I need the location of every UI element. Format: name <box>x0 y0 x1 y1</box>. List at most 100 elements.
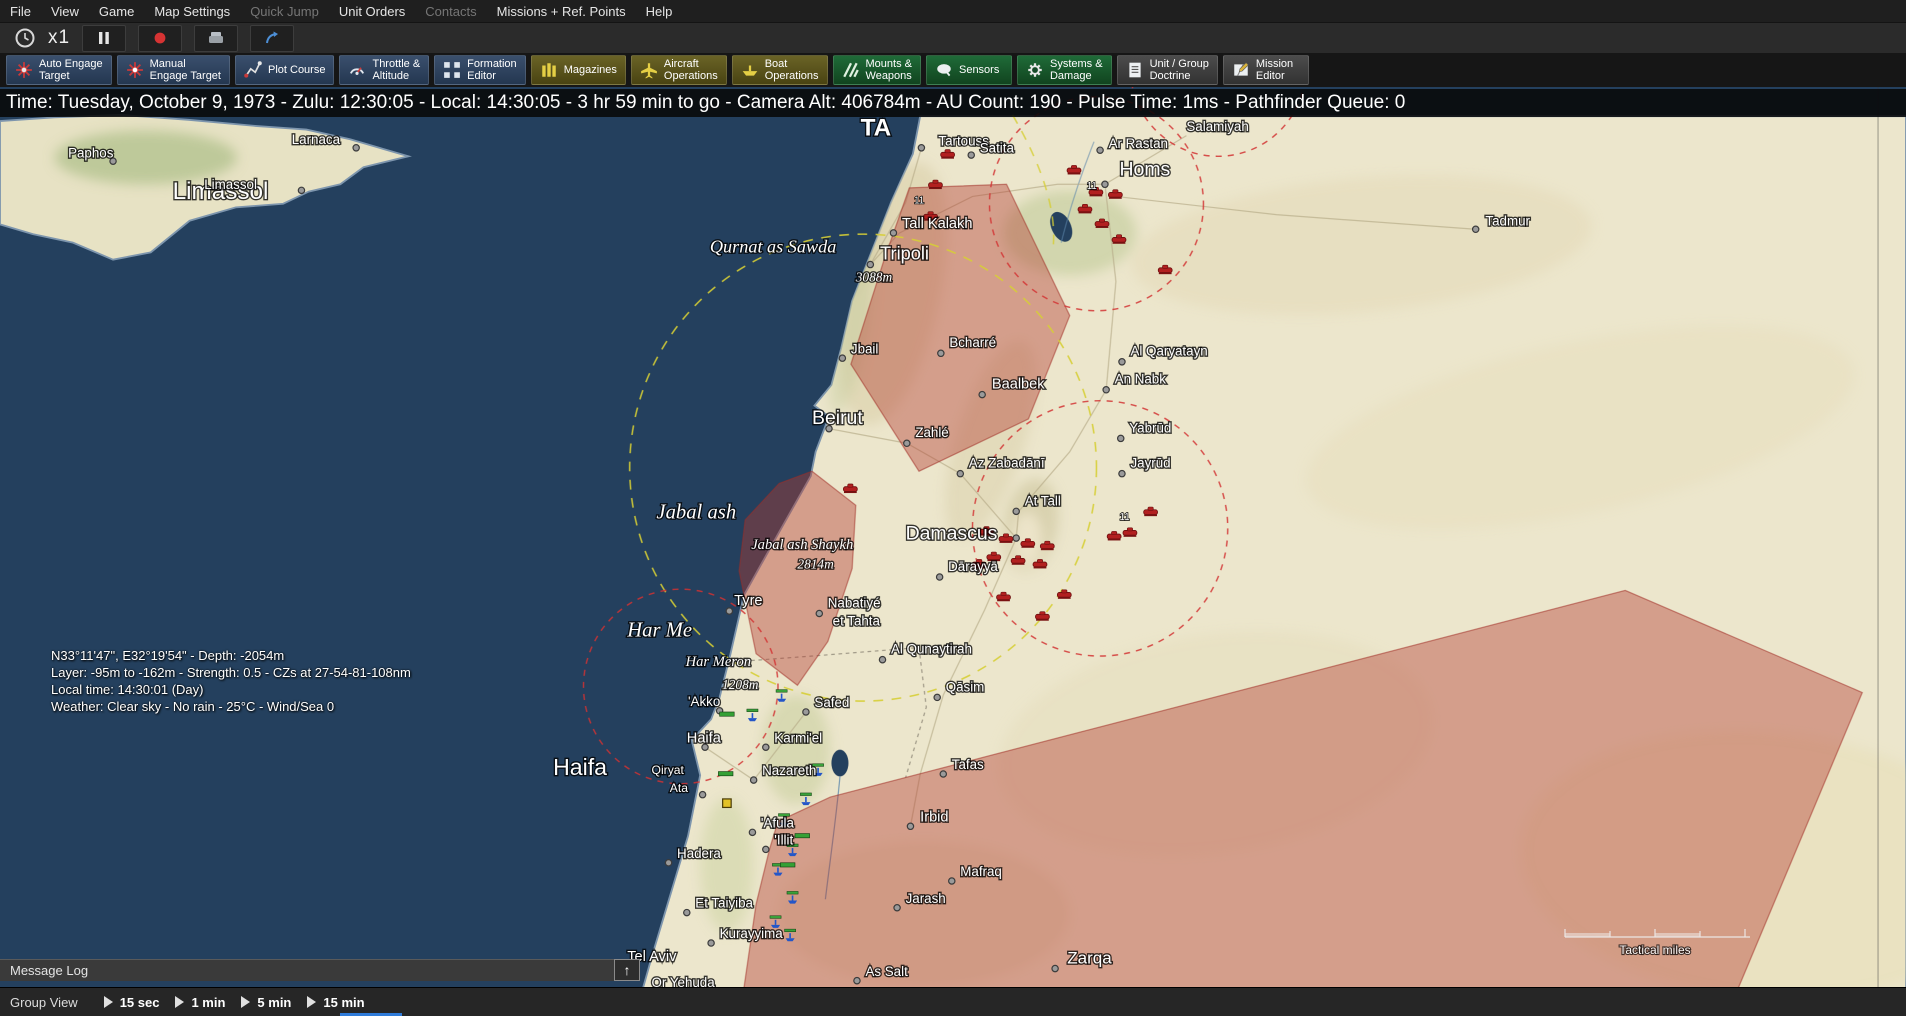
toolbar-button-auto-engage-target[interactable]: Auto EngageTarget <box>6 55 112 85</box>
manual-engage-icon <box>126 61 144 79</box>
toolbar-button-unit-group-doctrine[interactable]: Unit / GroupDoctrine <box>1117 55 1218 85</box>
map-label-afula: 'Afula <box>761 815 795 830</box>
city-dot <box>890 230 896 236</box>
unit-status-bar[interactable] <box>718 772 733 776</box>
toolbar-button-label: BoatOperations <box>765 58 819 82</box>
toolbar-button-manual-engage-target[interactable]: ManualEngage Target <box>117 55 230 85</box>
toolbar-button-mission-editor[interactable]: MissionEditor <box>1223 55 1309 85</box>
auto-engage-icon <box>15 61 33 79</box>
city-dot <box>949 878 955 884</box>
toolbar-button-label: Magazines <box>564 64 617 76</box>
printer-icon[interactable] <box>194 25 238 52</box>
cmo-window: FileViewGameMap SettingsQuick JumpUnit O… <box>0 0 1906 1016</box>
map-area[interactable]: 111111PaphosLimassolLimassolLarnacaTATar… <box>0 87 1906 987</box>
map-info-line: Weather: Clear sky - No rain - 25°C - Wi… <box>51 698 411 715</box>
jump-arrow-icon[interactable] <box>250 25 294 52</box>
menu-item-map-settings[interactable]: Map Settings <box>144 0 240 22</box>
toolbar-button-label: FormationEditor <box>467 58 517 82</box>
toolbar-button-formation-editor[interactable]: FormationEditor <box>434 55 526 85</box>
city-dot <box>904 440 910 446</box>
map-label-et-tahta: et Tahta <box>833 614 881 629</box>
map-label-baalbek: Baalbek <box>992 377 1045 393</box>
map-label-qurnat-as-sawda: Qurnat as Sawda <box>710 236 837 256</box>
map-label-jarash: Jarash <box>906 891 946 906</box>
expand-message-log-button[interactable]: ↑ <box>614 959 640 981</box>
menu-item-missions-ref-points[interactable]: Missions + Ref. Points <box>487 0 636 22</box>
toolbar-button-plot-course[interactable]: Plot Course <box>235 55 334 85</box>
city-dot <box>1013 508 1019 514</box>
map-label-limassol: Limassol <box>204 177 257 192</box>
time-step-button-15-sec[interactable]: 15 sec <box>104 995 160 1010</box>
unit-status-bar[interactable] <box>795 834 810 838</box>
time-step-label: 5 min <box>257 995 291 1010</box>
map-label-tyre: Tyre <box>734 593 762 609</box>
menu-item-help[interactable]: Help <box>636 0 683 22</box>
unit-tag: 11 <box>1087 181 1097 192</box>
toolbar-button-label: Plot Course <box>268 64 325 76</box>
map-label-salamiyah: Salamiyah <box>1186 119 1248 134</box>
toolbar-button-label: Unit / GroupDoctrine <box>1150 58 1209 82</box>
special-unit-icon[interactable] <box>723 799 732 808</box>
toolbar-button-label: Sensors <box>959 64 999 76</box>
menu-item-game[interactable]: Game <box>89 0 144 22</box>
toolbar-button-magazines[interactable]: Magazines <box>531 55 626 85</box>
toolbar-button-boat-operations[interactable]: BoatOperations <box>732 55 828 85</box>
ribbon-toolbar: Auto EngageTarget ManualEngage Target Plot… <box>0 53 1906 87</box>
toolbar-button-aircraft-operations[interactable]: AircraftOperations <box>631 55 727 85</box>
record-button[interactable] <box>138 25 182 52</box>
city-dot <box>936 574 942 580</box>
map-label-jayr-d: Jayrūd <box>1130 456 1170 471</box>
menu-item-view[interactable]: View <box>41 0 89 22</box>
city-dot <box>763 846 769 852</box>
toolbar-button-label: Systems &Damage <box>1050 58 1103 82</box>
toolbar-button-label: AircraftOperations <box>664 58 718 82</box>
map-label-hadera: Hadera <box>677 846 721 861</box>
map-label-nabatiy: Nabatiyé <box>828 595 881 610</box>
map-label-jabal-ash: Jabal ash <box>656 502 736 524</box>
map-label-an-nabk: An Nabk <box>1115 372 1167 387</box>
map-label-3088m: 3088m <box>855 270 893 285</box>
map-label-d-rayy: Dārayyā <box>948 559 998 574</box>
message-log-panel: Message Log ↑ <box>0 959 640 981</box>
map-label-mafraq: Mafraq <box>960 864 1002 879</box>
time-steps: 15 sec 1 min 5 min 15 min <box>88 995 365 1010</box>
city-dot <box>894 905 900 911</box>
map-label-q-sim: Qāsim <box>946 679 985 694</box>
map-label-zahl: Zahlé <box>915 425 948 440</box>
map-label-haifa: Haifa <box>553 754 607 780</box>
toolbar-button-throttle-altitude[interactable]: Throttle &Altitude <box>339 55 429 85</box>
time-step-button-5-min[interactable]: 5 min <box>241 995 291 1010</box>
city-dot <box>750 777 756 783</box>
toolbar-button-label: Throttle &Altitude <box>372 58 420 82</box>
city-dot <box>708 940 714 946</box>
city-dot <box>763 744 769 750</box>
map-label-ta: TA <box>861 115 892 142</box>
menu-item-unit-orders[interactable]: Unit Orders <box>329 0 415 22</box>
map-label-jabal-ash-shaykh: Jabal ash Shaykh <box>751 537 853 553</box>
time-step-button-1-min[interactable]: 1 min <box>175 995 225 1010</box>
map-label-damascus: Damascus <box>906 522 998 544</box>
unit-status-bar[interactable] <box>780 863 795 867</box>
toolbar-button-sensors[interactable]: Sensors <box>926 55 1012 85</box>
map-label-homs: Homs <box>1120 159 1171 181</box>
time-compression-value[interactable]: x1 <box>48 27 70 49</box>
toolbar-button-mounts-weapons[interactable]: Mounts &Weapons <box>833 55 921 85</box>
unit-status-bar[interactable] <box>720 712 735 716</box>
city-dot <box>298 187 304 193</box>
city-dot <box>1052 965 1058 971</box>
map-svg[interactable]: 111111PaphosLimassolLimassolLarnacaTATar… <box>0 87 1906 987</box>
city-dot <box>839 355 845 361</box>
map-label-kurayyima: Kurayyima <box>720 926 784 941</box>
city-dot <box>353 145 359 151</box>
time-step-button-15-min[interactable]: 15 min <box>307 995 364 1010</box>
play-icon <box>104 996 113 1008</box>
city-dot <box>749 829 755 835</box>
city-dot <box>979 391 985 397</box>
message-log-title[interactable]: Message Log <box>0 959 614 981</box>
map-label-zarqa: Zarqa <box>1067 949 1112 968</box>
pause-button[interactable] <box>82 25 126 52</box>
toolbar-button-label: Auto EngageTarget <box>39 58 103 82</box>
group-view-label[interactable]: Group View <box>0 995 88 1010</box>
menu-item-file[interactable]: File <box>0 0 41 22</box>
toolbar-button-systems-damage[interactable]: Systems &Damage <box>1017 55 1112 85</box>
